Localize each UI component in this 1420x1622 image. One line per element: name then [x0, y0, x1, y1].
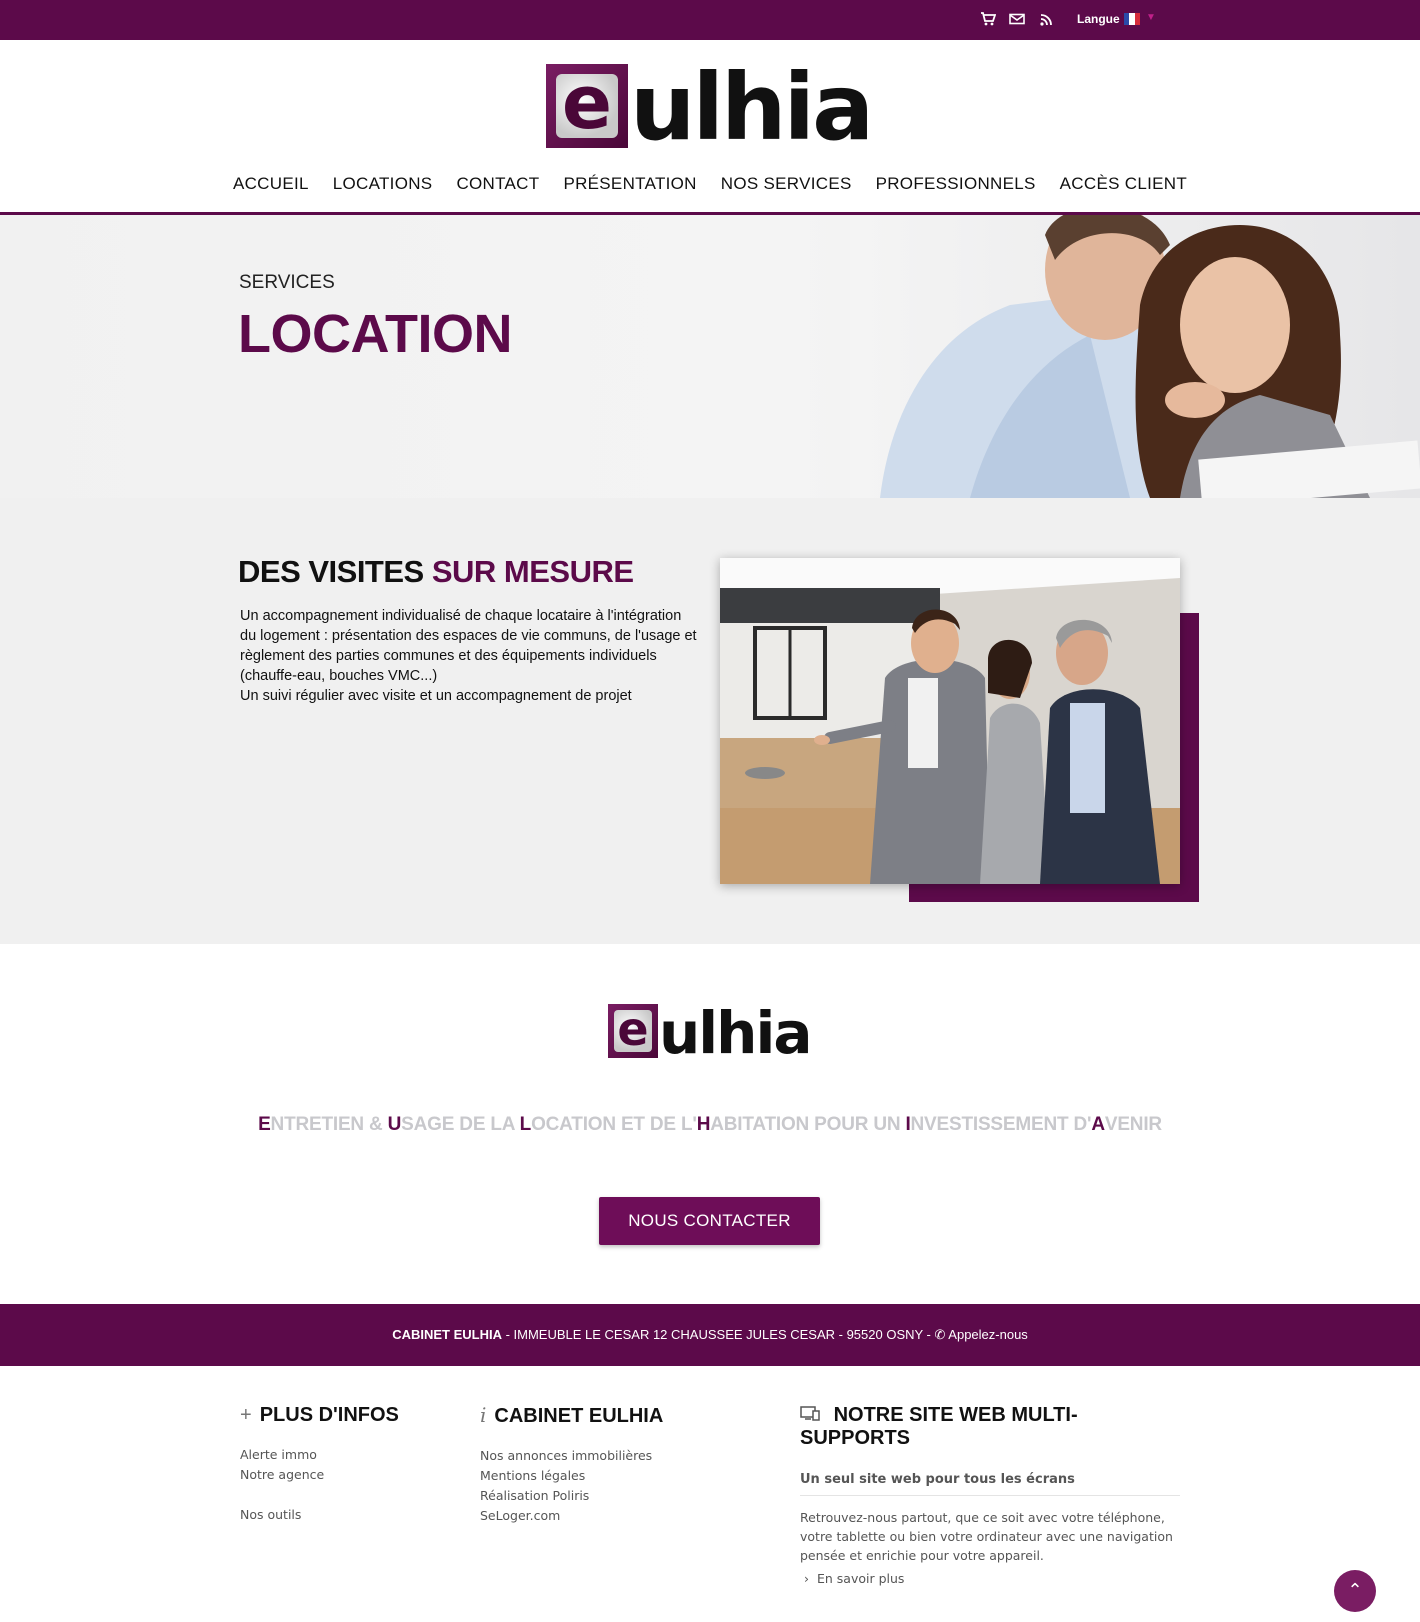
call-link[interactable]: Appelez-nous: [948, 1327, 1028, 1342]
footer-link[interactable]: Mentions légales: [480, 1466, 740, 1486]
footer-col-title: CABINET EULHIA: [494, 1405, 664, 1427]
footer-col-title: PLUS D'INFOS: [259, 1404, 399, 1426]
footer-col-multisupport: NOTRE SITE WEB MULTI-SUPPORTS Un seul si…: [800, 1404, 1190, 1586]
brand-section: e ulhia ENTRETIEN & USAGE DE LA LOCATION…: [0, 944, 1420, 1304]
main-nav: ACCUEIL LOCATIONS CONTACT PRÉSENTATION NOS S…: [0, 174, 1420, 194]
brand-tagline: ENTRETIEN & USAGE DE LA LOCATION ET DE L…: [0, 1114, 1420, 1136]
hero-photo: [850, 215, 1420, 498]
section-photo: [720, 558, 1180, 884]
devices-icon: [800, 1404, 826, 1426]
contact-cta-button[interactable]: NOUS CONTACTER: [599, 1197, 820, 1245]
footer-col-title: NOTRE SITE WEB MULTI-SUPPORTS: [800, 1404, 1078, 1449]
tagline-initial: H: [696, 1114, 711, 1135]
rss-icon[interactable]: [1038, 11, 1056, 29]
nav-item-6[interactable]: ACCÈS CLIENT: [1048, 174, 1199, 194]
chevron-right-icon: ›: [804, 1571, 809, 1586]
cart-icon[interactable]: [979, 11, 997, 29]
footer-col-cabinet: i CABINET EULHIA Nos annonces immobilière…: [480, 1404, 740, 1526]
tagline-word: SAGE DE LA: [401, 1114, 520, 1135]
page-title: LOCATION: [238, 304, 512, 364]
chevron-down-icon[interactable]: ▼: [1146, 12, 1156, 23]
nav-item-5[interactable]: PROFESSIONNELS: [864, 174, 1048, 194]
mail-icon[interactable]: [1008, 11, 1026, 29]
read-more-link[interactable]: › En savoir plus: [800, 1571, 1190, 1586]
france-flag-icon[interactable]: [1124, 13, 1140, 25]
hero-banner: SERVICES LOCATION: [0, 215, 1420, 498]
section-paragraph-1: Un accompagnement individualisé de chaqu…: [240, 608, 697, 684]
nav-item-2[interactable]: CONTACT: [444, 174, 551, 194]
tagline-initial: E: [258, 1114, 271, 1135]
tagline-initial: A: [1091, 1114, 1105, 1135]
footer-link: [240, 1485, 440, 1505]
phone-icon: ✆: [934, 1327, 949, 1342]
tagline-word: NTRETIEN &: [270, 1114, 388, 1135]
nav-item-4[interactable]: NOS SERVICES: [709, 174, 864, 194]
logo-mark: e: [546, 64, 628, 148]
footer-link[interactable]: Nos annonces immobilières: [480, 1446, 740, 1466]
logo-text: ulhia: [630, 54, 874, 161]
company-name: CABINET EULHIA: [392, 1327, 502, 1342]
back-to-top-button[interactable]: ⌃: [1334, 1570, 1376, 1612]
nav-item-3[interactable]: PRÉSENTATION: [551, 174, 708, 194]
site-logo[interactable]: e ulhia: [546, 62, 874, 154]
tagline-word: VENIR: [1104, 1114, 1162, 1135]
chevron-up-icon: ⌃: [1347, 1580, 1363, 1600]
site-footer: + PLUS D'INFOS Alerte immo Notre agence No…: [0, 1366, 1420, 1622]
site-header: e ulhia ACCUEIL LOCATIONS CONTACT PRÉSENTAT…: [0, 40, 1420, 215]
section-heading-accent: SUR MESURE: [431, 554, 634, 589]
section-heading-dark: DES VISITES: [238, 554, 424, 589]
footer-logo[interactable]: e ulhia: [608, 1004, 812, 1062]
tagline-word: NVESTISSEMENT D': [910, 1114, 1092, 1135]
multisupport-lead: Un seul site web pour tous les écrans: [800, 1472, 1180, 1496]
language-selector[interactable]: Langue: [1077, 12, 1120, 26]
address-text: - IMMEUBLE LE CESAR 12 CHAUSSEE JULES CE…: [501, 1327, 935, 1342]
address-bar: CABINET EULHIA - IMMEUBLE LE CESAR 12 CH…: [0, 1304, 1420, 1366]
footer-link[interactable]: Notre agence: [240, 1465, 440, 1485]
footer-link[interactable]: Alerte immo: [240, 1445, 440, 1465]
nav-item-0[interactable]: ACCUEIL: [221, 174, 321, 194]
footer-link[interactable]: Nos outils: [240, 1505, 440, 1525]
nav-item-1[interactable]: LOCATIONS: [321, 174, 445, 194]
tagline-initial: L: [519, 1114, 532, 1135]
footer-logo-mark: e: [608, 1004, 658, 1058]
footer-link[interactable]: SeLoger.com: [480, 1506, 740, 1526]
top-bar: Langue ▼: [0, 0, 1420, 40]
footer-col-infos: + PLUS D'INFOS Alerte immo Notre agence No…: [240, 1404, 440, 1525]
section-heading: DES VISITES SUR MESURE: [238, 554, 634, 590]
plus-icon: +: [240, 1404, 252, 1426]
tagline-word: OCATION ET DE L': [531, 1114, 697, 1135]
hero-subtitle: SERVICES: [239, 272, 335, 293]
section-paragraph-2: Un suivi régulier avec visite et un acco…: [240, 688, 632, 704]
multisupport-text: Retrouvez-nous partout, que ce soit avec…: [800, 1510, 1173, 1563]
footer-link[interactable]: Réalisation Poliris: [480, 1486, 740, 1506]
info-icon: i: [480, 1403, 487, 1427]
tagline-word: ABITATION POUR UN: [710, 1114, 906, 1135]
content-section: DES VISITES SUR MESURE Un accompagnement…: [0, 498, 1420, 944]
tagline-initial: U: [387, 1114, 402, 1135]
section-text: Un accompagnement individualisé de chaqu…: [240, 606, 700, 706]
footer-logo-text: ulhia: [659, 999, 812, 1067]
